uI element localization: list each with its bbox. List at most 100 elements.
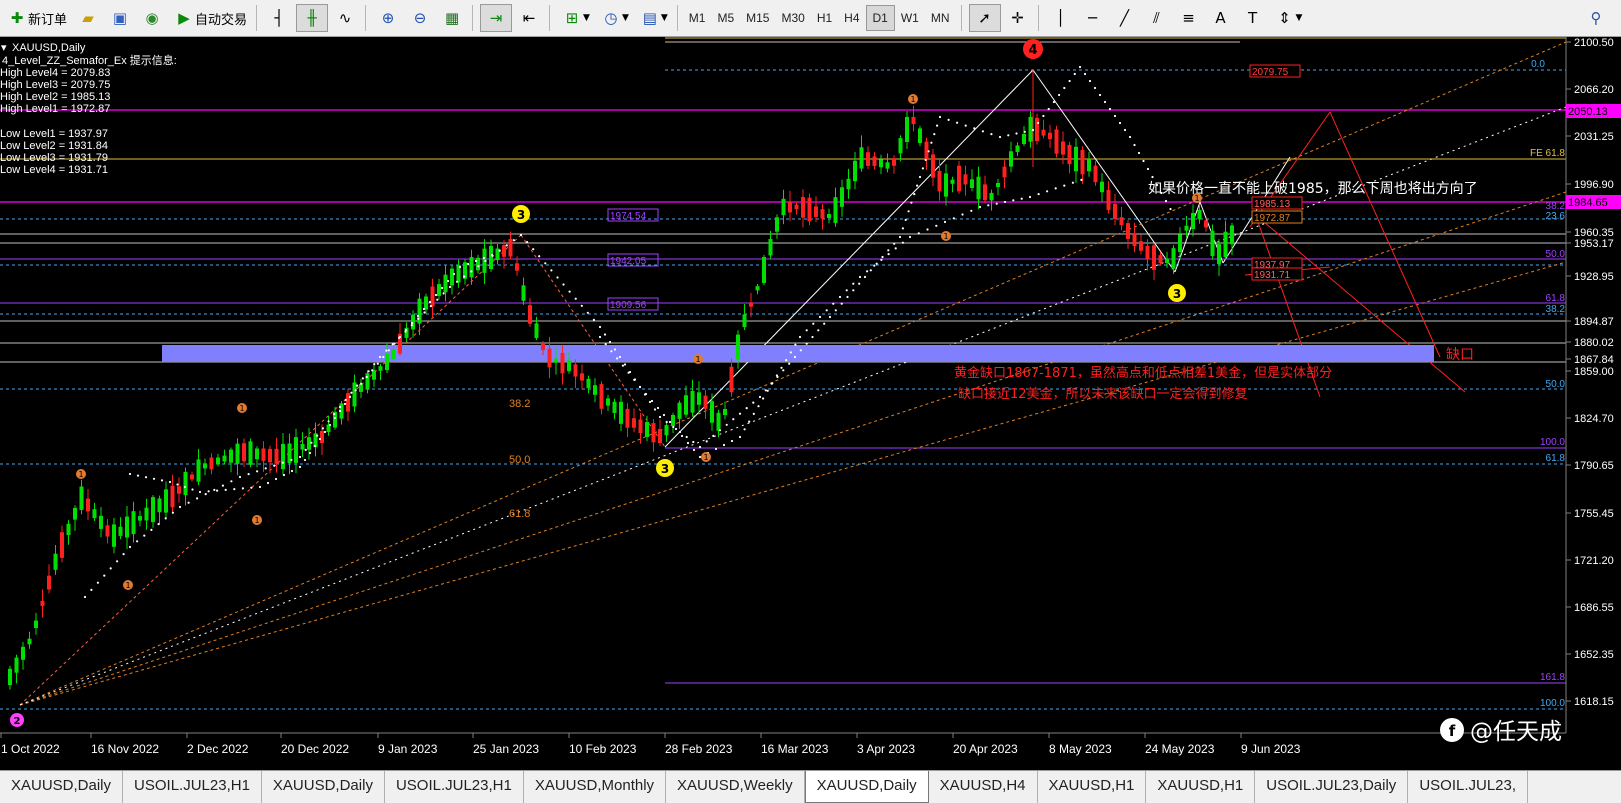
chart-tab[interactable]: XAUUSD,H1 — [1038, 771, 1147, 803]
timeframe-w1[interactable]: W1 — [895, 6, 925, 30]
gold-bars-button[interactable]: ▰ — [73, 4, 103, 32]
chart-tab[interactable]: XAUUSD,H4 — [929, 771, 1038, 803]
timeframe-m1[interactable]: M1 — [683, 6, 712, 30]
history-button[interactable]: ◉ — [137, 4, 167, 32]
chart-tab[interactable]: USOIL.JUL23,H1 — [385, 771, 524, 803]
dot — [556, 276, 559, 279]
chart-tab[interactable]: XAUUSD,Daily — [804, 771, 929, 803]
crosshair-icon: ✛ — [1011, 9, 1024, 27]
crosshair-tool-button[interactable]: ✛ — [1003, 4, 1033, 32]
chart-tab[interactable]: XAUUSD,Daily — [262, 771, 385, 803]
periods-button[interactable]: ◷ ▼ — [596, 4, 633, 32]
fib-left-382: 38.2 — [509, 398, 530, 410]
candle-body — [853, 160, 857, 182]
text-tool-button[interactable]: A — [1206, 4, 1236, 32]
chart-tab[interactable]: XAUUSD,Weekly — [666, 771, 805, 803]
dot — [973, 127, 976, 130]
candle-body — [671, 415, 675, 426]
timeframe-m15[interactable]: M15 — [740, 6, 775, 30]
candle-body — [47, 575, 51, 590]
dot — [466, 262, 470, 266]
candle-body — [79, 486, 84, 510]
chart-tab[interactable]: XAUUSD,Monthly — [524, 771, 667, 803]
search-button[interactable]: ⚲ — [1581, 4, 1611, 32]
dot — [924, 158, 927, 161]
fib-left-618: 61.8 — [509, 508, 530, 520]
timeframe-h1[interactable]: H1 — [811, 6, 838, 30]
vertical-line-button[interactable]: │ — [1046, 4, 1076, 32]
indicators-button[interactable]: ⊞ ▼ — [557, 4, 594, 32]
dot — [1080, 178, 1083, 181]
text-icon: A — [1215, 9, 1226, 27]
channel-button[interactable]: ⫽ — [1142, 4, 1172, 32]
timeframe-d1[interactable]: D1 — [865, 5, 895, 31]
timeframe-m5[interactable]: M5 — [711, 6, 740, 30]
dot — [705, 440, 708, 443]
label-tool-button[interactable]: T — [1238, 4, 1268, 32]
timeframe-h4[interactable]: H4 — [838, 6, 865, 30]
chart-tab[interactable]: USOIL.JUL23,Daily — [1255, 771, 1409, 803]
trendline-button[interactable]: ╱ — [1110, 4, 1140, 32]
dropdown-arrow-icon: ▼ — [660, 13, 668, 23]
dot — [318, 437, 322, 441]
dot — [961, 213, 964, 216]
candle-body — [996, 183, 1000, 188]
dot — [328, 423, 332, 427]
cursor-icon: ➚ — [978, 9, 991, 27]
dot — [964, 124, 967, 127]
auto-scroll-button[interactable]: ⇥ — [480, 4, 513, 32]
dot — [250, 486, 253, 489]
candle-chart-button[interactable]: ╫ — [296, 4, 329, 32]
dot — [1063, 184, 1066, 187]
line-chart-button[interactable]: ∿ — [330, 4, 360, 32]
date-tick-label: 28 Feb 2023 — [665, 742, 733, 756]
fibonacci-button[interactable]: ≡ — [1174, 4, 1204, 32]
zoom-out-button[interactable]: ⊖ — [405, 4, 435, 32]
new-order-button[interactable]: ✚ 新订单 — [2, 4, 71, 32]
templates-button[interactable]: ▤ ▼ — [635, 4, 672, 32]
arrows-button[interactable]: ⇕ ▼ — [1270, 4, 1307, 32]
candle-body — [190, 474, 194, 480]
chart-shift-button[interactable]: ⇤ — [514, 4, 544, 32]
timeframe-mn[interactable]: MN — [925, 6, 956, 30]
chart-canvas[interactable]: ▾ XAUUSD,Daily 4_Level_ZZ_Semafor_Ex 提示信… — [0, 37, 1621, 770]
candle-body — [1158, 255, 1163, 264]
dot — [274, 477, 278, 481]
horizontal-line-button[interactable]: ─ — [1078, 4, 1108, 32]
dot — [350, 391, 353, 394]
dot — [995, 202, 998, 205]
tile-windows-button[interactable]: ▦ — [437, 4, 467, 32]
bar-chart-button[interactable]: ┤ — [264, 4, 294, 32]
semafor-1-label: 1 — [239, 404, 244, 413]
fib-box-1-label: 1974.54 — [610, 211, 647, 222]
profile-button[interactable]: ▣ — [105, 4, 135, 32]
cursor-tool-button[interactable]: ➚ — [968, 4, 1001, 32]
semafor-3-label-c: 3 — [1173, 287, 1181, 301]
dot — [718, 429, 722, 432]
candle-body — [294, 437, 298, 463]
dot — [157, 523, 160, 526]
new-order-icon: ✚ — [10, 9, 24, 27]
chart-tab[interactable]: XAUUSD,Daily — [0, 771, 124, 803]
chart-tab[interactable]: USOIL.JUL23,H1 — [123, 771, 262, 803]
dot — [371, 369, 374, 372]
chart-tab[interactable]: XAUUSD,H1 — [1146, 771, 1256, 803]
dot — [116, 560, 119, 563]
auto-trade-button[interactable]: ▶ 自动交易 — [169, 4, 251, 32]
price-chart[interactable]: ▾ XAUUSD,Daily 4_Level_ZZ_Semafor_Ex 提示信… — [0, 37, 1621, 770]
timeframe-m30[interactable]: M30 — [775, 6, 810, 30]
dot — [933, 133, 936, 136]
chart-tab[interactable]: USOIL.JUL23, — [1408, 771, 1529, 803]
dot — [361, 377, 364, 380]
candle-body — [502, 245, 506, 257]
dot — [224, 488, 227, 491]
dot — [725, 423, 728, 426]
dot — [90, 588, 93, 592]
candle-body — [105, 525, 110, 537]
zoom-in-button[interactable]: ⊕ — [373, 4, 403, 32]
dot — [398, 335, 402, 339]
dot — [1137, 151, 1141, 155]
candle-body — [729, 366, 734, 393]
semafor-1-label: 1 — [695, 355, 700, 364]
candle-body — [469, 257, 474, 278]
